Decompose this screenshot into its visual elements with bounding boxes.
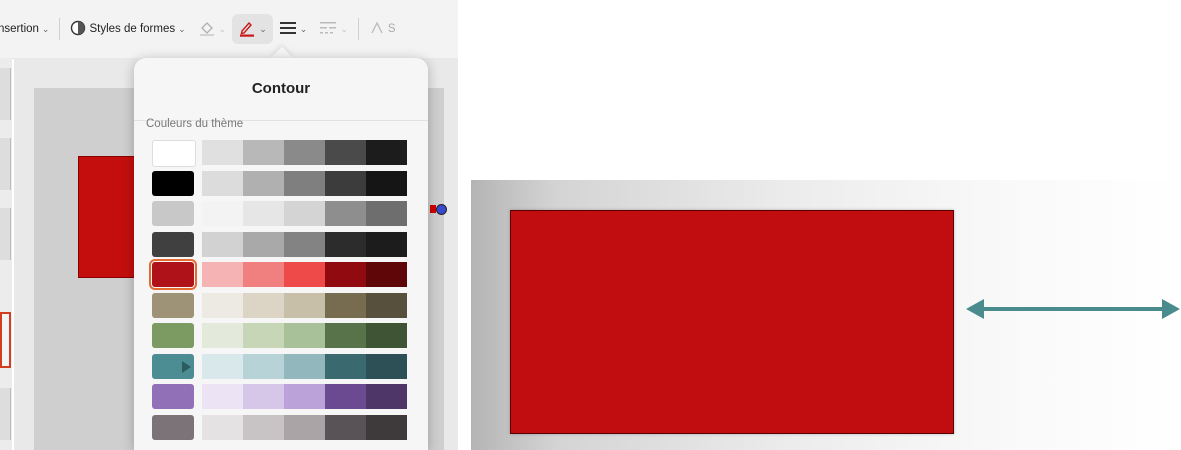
color-swatch[interactable] (366, 262, 407, 287)
color-swatch[interactable] (325, 201, 366, 226)
pen-outline-icon (238, 19, 256, 40)
chevron-down-icon: ⌄ (340, 23, 348, 34)
slide-thumbnails-strip (0, 58, 12, 450)
color-swatch[interactable] (202, 384, 243, 409)
color-swatch[interactable] (325, 414, 366, 440)
color-swatch[interactable] (202, 140, 243, 165)
dash-style-button[interactable]: ⌄ (313, 14, 354, 44)
cursor-icon (182, 360, 191, 373)
color-swatch[interactable] (284, 384, 325, 409)
color-swatch[interactable] (366, 384, 407, 409)
color-swatch[interactable] (202, 353, 243, 379)
dash-style-icon (319, 20, 337, 39)
color-swatch[interactable] (325, 262, 366, 287)
fill-bucket-icon (198, 19, 216, 40)
color-swatch[interactable] (366, 140, 407, 165)
ribbon-toolbar: nsertion ⌄ Styles de formes ⌄ ⌄ ⌄ ⌄ ⌄ S (0, 0, 458, 59)
color-swatch[interactable] (202, 262, 243, 287)
shape-outline-button[interactable]: ⌄ (232, 14, 273, 44)
color-swatch[interactable] (202, 201, 243, 226)
color-swatch[interactable] (152, 170, 194, 196)
color-swatch[interactable] (366, 201, 407, 226)
color-swatch[interactable] (243, 323, 284, 348)
color-swatch[interactable] (152, 292, 194, 318)
color-swatch[interactable] (325, 353, 366, 379)
slide-thumbnail-selected[interactable] (0, 312, 11, 368)
color-swatch[interactable] (366, 231, 407, 257)
color-swatch[interactable] (284, 292, 325, 318)
color-swatch[interactable] (202, 170, 243, 196)
color-swatch[interactable] (202, 323, 243, 348)
color-swatch[interactable] (243, 384, 284, 409)
color-swatch[interactable] (284, 353, 325, 379)
color-swatch[interactable] (243, 231, 284, 257)
double-arrow-icon (966, 299, 1180, 319)
color-swatch[interactable] (152, 140, 196, 167)
text-effect-icon (369, 20, 385, 39)
color-swatch[interactable] (243, 170, 284, 196)
popover-title: Contour (134, 58, 428, 121)
color-swatch[interactable] (284, 170, 325, 196)
color-swatch[interactable] (152, 414, 194, 440)
shape-fill-button[interactable]: ⌄ (192, 14, 233, 44)
left-screenshot-panel: nsertion ⌄ Styles de formes ⌄ ⌄ ⌄ ⌄ ⌄ S … (0, 0, 458, 450)
text-effects-button[interactable]: S (363, 14, 402, 44)
shape-handle[interactable] (436, 204, 447, 215)
color-swatch[interactable] (366, 170, 407, 196)
chevron-down-icon: ⌄ (178, 23, 186, 34)
color-swatch[interactable] (243, 201, 284, 226)
selected-rectangle-shape[interactable] (78, 156, 140, 278)
insertion-label: nsertion (0, 23, 39, 35)
color-swatch[interactable] (202, 292, 243, 318)
truncated-label: S (387, 23, 396, 35)
red-rectangle-shape[interactable] (510, 210, 954, 434)
slide-thumbnail[interactable] (0, 138, 11, 190)
line-weight-icon (279, 20, 297, 39)
color-swatch[interactable] (366, 353, 407, 379)
color-swatch[interactable] (325, 323, 366, 348)
shape-styles-icon (70, 20, 86, 39)
theme-colors-label: Couleurs du thème (146, 118, 244, 130)
color-swatch[interactable] (325, 231, 366, 257)
color-swatch[interactable] (366, 414, 407, 440)
color-swatch[interactable] (284, 414, 325, 440)
toolbar-divider (357, 18, 359, 40)
color-swatch[interactable] (325, 384, 366, 409)
color-swatch[interactable] (243, 140, 284, 165)
toolbar-divider (59, 18, 61, 40)
color-swatch[interactable] (202, 231, 243, 257)
color-swatch[interactable] (366, 292, 407, 318)
color-swatch[interactable] (284, 140, 325, 165)
chevron-down-icon: ⌄ (299, 23, 308, 34)
color-swatch[interactable] (243, 262, 284, 287)
color-swatch[interactable] (149, 259, 197, 290)
slide-thumbnail[interactable] (0, 68, 11, 120)
color-swatch[interactable] (243, 414, 284, 440)
slide-thumbnail[interactable] (0, 388, 11, 440)
color-swatch[interactable] (152, 201, 194, 226)
color-swatch[interactable] (202, 414, 243, 440)
chevron-down-icon: ⌄ (218, 23, 227, 34)
slide-thumbnail[interactable] (0, 208, 11, 260)
shape-styles-label: Styles de formes (89, 23, 176, 35)
chevron-down-icon: ⌄ (259, 23, 267, 34)
color-swatch[interactable] (325, 170, 366, 196)
outline-popover: Contour Couleurs du thème (134, 58, 428, 450)
color-swatch[interactable] (325, 292, 366, 318)
color-swatch[interactable] (284, 201, 325, 226)
chevron-down-icon: ⌄ (41, 23, 50, 34)
color-swatch[interactable] (284, 262, 325, 287)
line-weight-button[interactable]: ⌄ (273, 14, 314, 44)
color-swatch[interactable] (243, 292, 284, 318)
insertion-menu[interactable]: nsertion ⌄ (0, 14, 55, 44)
color-swatch[interactable] (152, 384, 194, 409)
color-swatch[interactable] (152, 323, 194, 348)
color-swatch[interactable] (152, 231, 194, 257)
color-swatch[interactable] (284, 231, 325, 257)
color-swatch[interactable] (366, 323, 407, 348)
shape-styles-button[interactable]: Styles de formes ⌄ (64, 14, 191, 44)
color-swatch[interactable] (284, 323, 325, 348)
color-swatch[interactable] (325, 140, 366, 165)
color-swatch[interactable] (243, 353, 284, 379)
